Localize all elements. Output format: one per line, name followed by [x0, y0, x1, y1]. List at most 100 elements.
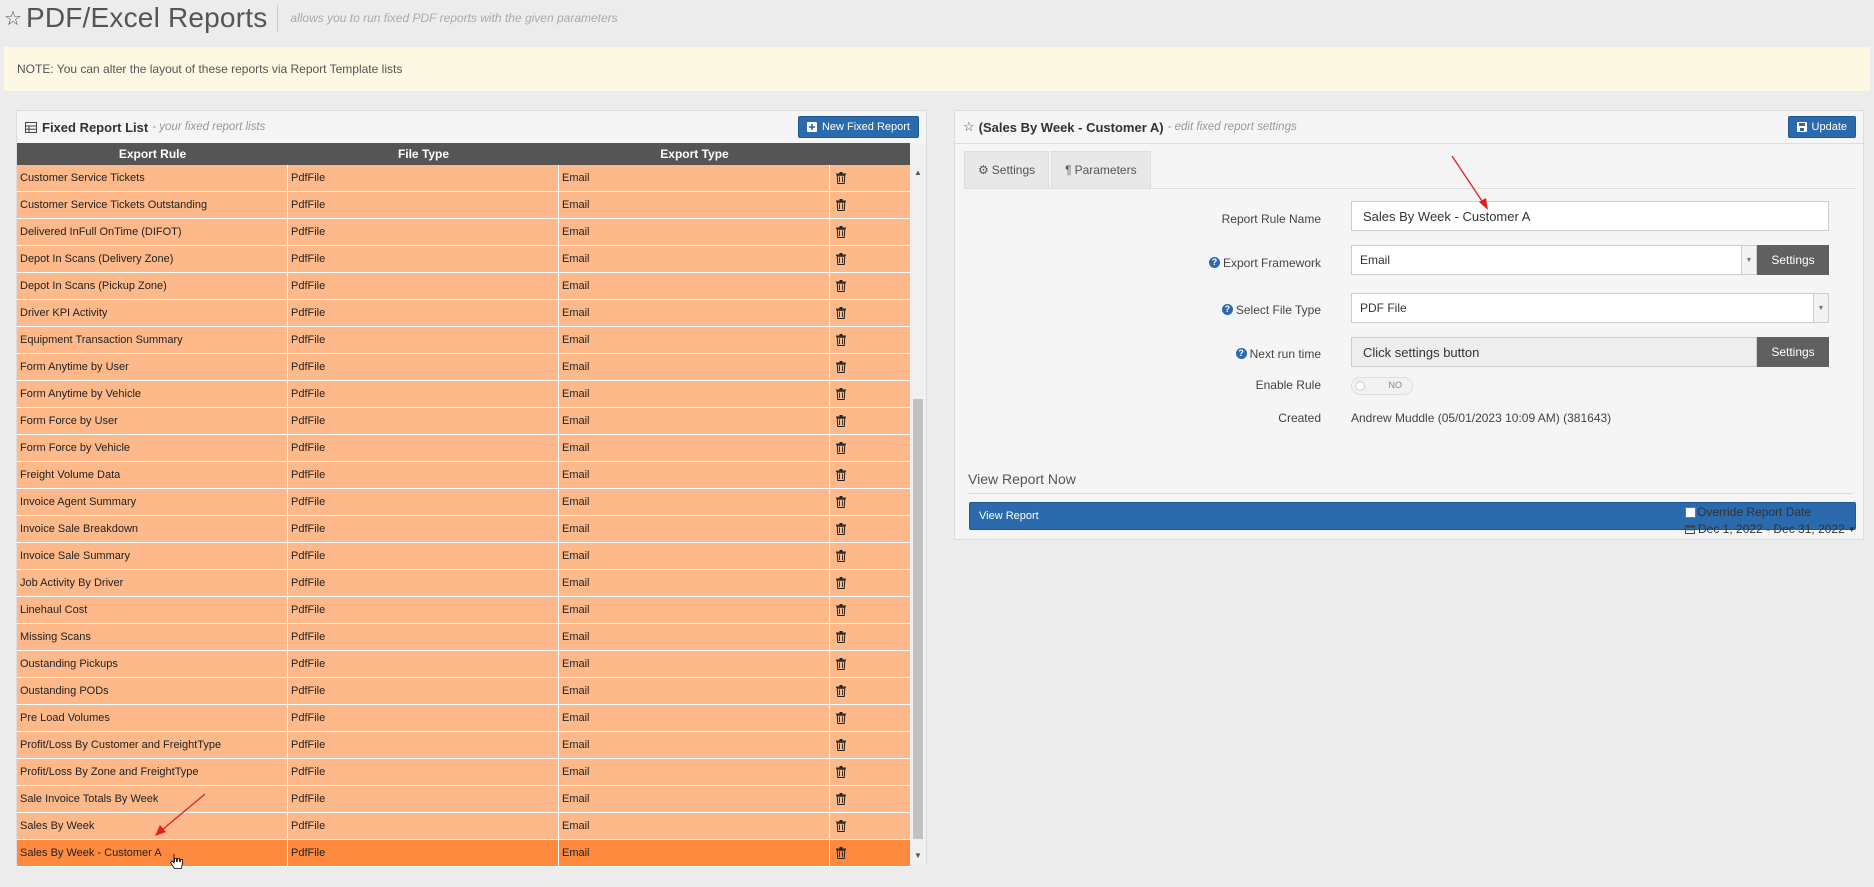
trash-icon[interactable] [836, 577, 846, 589]
star-icon[interactable]: ☆ [4, 6, 22, 31]
table-row[interactable]: Delivered InFull OnTime (DIFOT) PdfFile Em… [17, 219, 910, 246]
trash-icon[interactable] [836, 766, 846, 778]
trash-icon[interactable] [836, 388, 846, 400]
delete-cell [830, 300, 910, 326]
trash-icon[interactable] [836, 523, 846, 535]
export-type-cell: Email [559, 354, 830, 380]
tab-settings[interactable]: ⚙ Settings [964, 151, 1050, 189]
trash-icon[interactable] [836, 334, 846, 346]
star-icon[interactable]: ☆ [963, 119, 975, 135]
file-type-label: ? Select File Type [1221, 303, 1321, 317]
calendar-icon [1685, 525, 1695, 534]
table-row[interactable]: Customer Service Tickets PdfFile Email [17, 165, 910, 192]
scrollbar-thumb[interactable] [913, 399, 923, 839]
table-row[interactable]: Missing Scans PdfFile Email [17, 624, 910, 651]
table-row[interactable]: Job Activity By Driver PdfFile Email [17, 570, 910, 597]
trash-icon[interactable] [836, 793, 846, 805]
file-type-cell: PdfFile [288, 516, 559, 542]
table-row[interactable]: Form Force by User PdfFile Email [17, 408, 910, 435]
col-header-export-type[interactable]: Export Type [559, 147, 830, 161]
delete-cell [830, 516, 910, 542]
help-icon[interactable]: ? [1221, 304, 1233, 316]
delete-cell [830, 597, 910, 623]
enable-rule-toggle[interactable]: NO [1351, 377, 1413, 395]
trash-icon[interactable] [836, 685, 846, 697]
trash-icon[interactable] [836, 280, 846, 292]
table-row[interactable]: Oustanding Pickups PdfFile Email [17, 651, 910, 678]
update-button[interactable]: Update [1787, 116, 1856, 138]
table-row[interactable]: Depot In Scans (Delivery Zone) PdfFile Ema… [17, 246, 910, 273]
trash-icon[interactable] [836, 496, 846, 508]
help-icon[interactable]: ? [1235, 348, 1247, 360]
export-framework-select[interactable]: Email ▼ [1351, 245, 1757, 275]
view-report-section-title: View Report Now [968, 471, 1076, 487]
export-type-cell: Email [559, 597, 830, 623]
table-row[interactable]: Equipment Transaction Summary PdfFile Emai… [17, 327, 910, 354]
file-type-cell: PdfFile [288, 651, 559, 677]
trash-icon[interactable] [836, 226, 846, 238]
table-row[interactable]: Depot In Scans (Pickup Zone) PdfFile Email [17, 273, 910, 300]
table-row[interactable]: Invoice Agent Summary PdfFile Email [17, 489, 910, 516]
table-row[interactable]: Freight Volume Data PdfFile Email [17, 462, 910, 489]
trash-icon[interactable] [836, 172, 846, 184]
new-fixed-report-button[interactable]: New Fixed Report [797, 116, 919, 138]
table-row[interactable]: Form Anytime by Vehicle PdfFile Email [17, 381, 910, 408]
trash-icon[interactable] [836, 712, 846, 724]
table-row[interactable]: Sales By Week PdfFile Email [17, 813, 910, 840]
next-run-time-field: Click settings button [1351, 337, 1757, 367]
file-type-cell: PdfFile [288, 705, 559, 731]
export-type-cell: Email [559, 219, 830, 245]
report-rule-name-input[interactable]: Sales By Week - Customer A [1351, 201, 1829, 231]
export-framework-settings-button[interactable]: Settings [1757, 245, 1829, 275]
export-rule-cell: Profit/Loss By Zone and FreightType [17, 759, 288, 785]
trash-icon[interactable] [836, 658, 846, 670]
next-run-settings-button[interactable]: Settings [1757, 337, 1829, 367]
export-rule-cell: Missing Scans [17, 624, 288, 650]
col-header-file-type[interactable]: File Type [288, 147, 559, 161]
export-rule-cell: Job Activity By Driver [17, 570, 288, 596]
table-row[interactable]: Sale Invoice Totals By Week PdfFile Email [17, 786, 910, 813]
scroll-up-arrow-icon[interactable]: ▲ [910, 165, 926, 181]
table-row[interactable]: Form Force by Vehicle PdfFile Email [17, 435, 910, 462]
table-scrollbar[interactable]: ▲ ▼ [910, 143, 926, 864]
enable-rule-label: Enable Rule [1255, 378, 1321, 392]
gear-icon: ⚙ [978, 163, 989, 177]
trash-icon[interactable] [836, 307, 846, 319]
trash-icon[interactable] [836, 442, 846, 454]
export-rule-cell: Customer Service Tickets [17, 165, 288, 191]
table-row[interactable]: Driver KPI Activity PdfFile Email [17, 300, 910, 327]
report-table: Export Rule File Type Export Type Custom… [17, 143, 910, 887]
table-row[interactable]: Invoice Sale Summary PdfFile Email [17, 543, 910, 570]
trash-icon[interactable] [836, 415, 846, 427]
file-type-cell: PdfFile [288, 408, 559, 434]
trash-icon[interactable] [836, 253, 846, 265]
trash-icon[interactable] [836, 631, 846, 643]
table-row[interactable]: Oustanding PODs PdfFile Email [17, 678, 910, 705]
trash-icon[interactable] [836, 550, 846, 562]
tab-parameters[interactable]: ¶ Parameters [1051, 151, 1151, 189]
update-label: Update [1811, 121, 1847, 133]
trash-icon[interactable] [836, 820, 846, 832]
trash-icon[interactable] [836, 199, 846, 211]
col-header-export-rule[interactable]: Export Rule [17, 147, 288, 161]
trash-icon[interactable] [836, 847, 846, 859]
trash-icon[interactable] [836, 739, 846, 751]
override-report-date[interactable]: Override Report Date [1685, 505, 1811, 519]
date-range-picker[interactable]: Dec 1, 2022 - Dec 31, 2022 ▼ [1685, 522, 1856, 536]
table-row[interactable]: Profit/Loss By Customer and FreightType P… [17, 732, 910, 759]
table-row[interactable]: Profit/Loss By Zone and FreightType PdfFi… [17, 759, 910, 786]
trash-icon[interactable] [836, 469, 846, 481]
delete-cell [830, 813, 910, 839]
file-type-select[interactable]: PDF File ▼ [1351, 293, 1829, 323]
help-icon[interactable]: ? [1208, 257, 1220, 269]
trash-icon[interactable] [836, 361, 846, 373]
table-row[interactable]: Form Anytime by User PdfFile Email [17, 354, 910, 381]
table-row[interactable]: Sales By Week - Customer A PdfFile Email [17, 840, 910, 867]
scroll-down-arrow-icon[interactable]: ▼ [910, 848, 926, 864]
table-row[interactable]: Linehaul Cost PdfFile Email [17, 597, 910, 624]
trash-icon[interactable] [836, 604, 846, 616]
table-row[interactable]: Invoice Sale Breakdown PdfFile Email [17, 516, 910, 543]
override-checkbox[interactable] [1685, 506, 1696, 518]
table-row[interactable]: Customer Service Tickets Outstanding PdfF… [17, 192, 910, 219]
table-row[interactable]: Pre Load Volumes PdfFile Email [17, 705, 910, 732]
